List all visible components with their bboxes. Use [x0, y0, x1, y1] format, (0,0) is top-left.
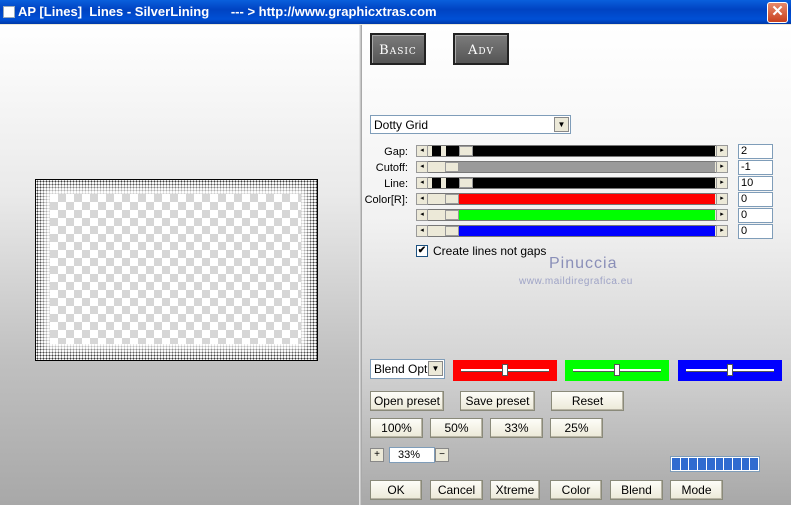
basic-tab-button[interactable]: Basic [370, 33, 426, 65]
progress-segment [706, 458, 715, 470]
color-balance-thumb[interactable] [502, 364, 508, 376]
title-bar: AP [Lines] Lines - SilverLining --- > ht… [0, 0, 791, 24]
blend-button[interactable]: Blend [610, 480, 663, 500]
mode-button[interactable]: Mode [670, 480, 723, 500]
zoom-25-button[interactable]: 25% [550, 418, 603, 438]
slider-right-arrow-icon[interactable]: ▸ [716, 225, 728, 237]
slider-value-field[interactable]: 0 [738, 208, 773, 223]
preview-transparent-area [50, 194, 301, 344]
color-balance-box[interactable] [565, 360, 669, 381]
pattern-dropdown[interactable]: Dotty Grid ▼ [370, 115, 571, 134]
create-lines-checkbox[interactable]: ✔ [416, 245, 428, 257]
slider-right-arrow-icon[interactable]: ▸ [716, 209, 728, 221]
slider-value-field[interactable]: -1 [738, 160, 773, 175]
app-icon [3, 6, 15, 18]
save-preset-button[interactable]: Save preset [460, 391, 535, 411]
reset-button[interactable]: Reset [551, 391, 624, 411]
open-preset-button[interactable]: Open preset [370, 391, 444, 411]
progress-segment [750, 458, 759, 470]
progress-bar [670, 456, 760, 472]
color-balance-thumb[interactable] [614, 364, 620, 376]
slider-right-arrow-icon[interactable]: ▸ [716, 161, 728, 173]
zoom-in-button[interactable]: + [370, 448, 384, 462]
close-button[interactable]: ✕ [767, 2, 788, 23]
zoom-33-button[interactable]: 33% [490, 418, 543, 438]
slider-value-field[interactable]: 2 [738, 144, 773, 159]
slider-thumb[interactable] [445, 226, 459, 236]
slider-thumb[interactable] [445, 162, 459, 172]
slider-left-arrow-icon[interactable]: ◂ [416, 193, 428, 205]
xtreme-button[interactable]: Xtreme [490, 480, 540, 500]
color-button[interactable]: Color [550, 480, 602, 500]
color-balance-box[interactable] [453, 360, 557, 381]
ok-button[interactable]: OK [370, 480, 422, 500]
slider-fill [446, 178, 715, 188]
slider-label: Cutoff: [375, 162, 408, 174]
progress-segment [715, 458, 724, 470]
zoom-100-button[interactable]: 100% [370, 418, 423, 438]
slider-fill [446, 226, 715, 236]
window-title: AP [Lines] Lines - SilverLining --- > ht… [18, 4, 437, 19]
color-balance-box[interactable] [678, 360, 782, 381]
preview-image [35, 179, 318, 361]
progress-segment [741, 458, 750, 470]
progress-segment [689, 458, 698, 470]
slider-fill [446, 146, 715, 156]
watermark-url: www.maildiregrafica.eu [519, 276, 633, 287]
slider-left-arrow-icon[interactable]: ◂ [416, 177, 428, 189]
slider-right-arrow-icon[interactable]: ▸ [716, 193, 728, 205]
slider-fill [446, 210, 715, 220]
cancel-button[interactable]: Cancel [430, 480, 483, 500]
watermark-name: Pinuccia [549, 255, 618, 272]
progress-segment [732, 458, 741, 470]
progress-segment [698, 458, 706, 470]
slider-marker [432, 146, 441, 156]
progress-segment [672, 458, 680, 470]
chevron-down-icon[interactable]: ▼ [554, 117, 569, 132]
pattern-dropdown-value: Dotty Grid [374, 118, 429, 132]
slider-value-field[interactable]: 10 [738, 176, 773, 191]
chevron-down-icon[interactable]: ▼ [428, 361, 443, 376]
slider-value-field[interactable]: 0 [738, 192, 773, 207]
slider-right-arrow-icon[interactable]: ▸ [716, 145, 728, 157]
checkmark-icon: ✔ [417, 245, 427, 256]
slider-left-arrow-icon[interactable]: ◂ [416, 209, 428, 221]
slider-value-field[interactable]: 0 [738, 224, 773, 239]
slider-left-arrow-icon[interactable]: ◂ [416, 225, 428, 237]
slider-left-arrow-icon[interactable]: ◂ [416, 145, 428, 157]
slider-right-arrow-icon[interactable]: ▸ [716, 177, 728, 189]
zoom-value-field[interactable]: 33% [389, 447, 435, 463]
zoom-out-button[interactable]: − [435, 448, 449, 462]
blend-options-dropdown[interactable]: Blend Optio ▼ [370, 359, 445, 379]
blend-options-value: Blend Optio [374, 362, 430, 376]
color-balance-thumb[interactable] [727, 364, 733, 376]
close-icon: ✕ [771, 3, 784, 20]
progress-segment [680, 458, 689, 470]
slider-left-arrow-icon[interactable]: ◂ [416, 161, 428, 173]
zoom-50-button[interactable]: 50% [430, 418, 483, 438]
slider-label: Color[R]: [364, 194, 408, 206]
slider-thumb[interactable] [445, 210, 459, 220]
slider-thumb[interactable] [458, 178, 473, 188]
slider-fill [446, 194, 715, 204]
create-lines-label: Create lines not gaps [433, 244, 547, 258]
progress-segment [724, 458, 732, 470]
slider-thumb[interactable] [458, 146, 473, 156]
slider-label: Line: [384, 178, 408, 190]
slider-marker [432, 178, 441, 188]
slider-fill [446, 162, 715, 172]
slider-label: Gap: [384, 146, 408, 158]
adv-tab-button[interactable]: Adv [453, 33, 509, 65]
slider-thumb[interactable] [445, 194, 459, 204]
